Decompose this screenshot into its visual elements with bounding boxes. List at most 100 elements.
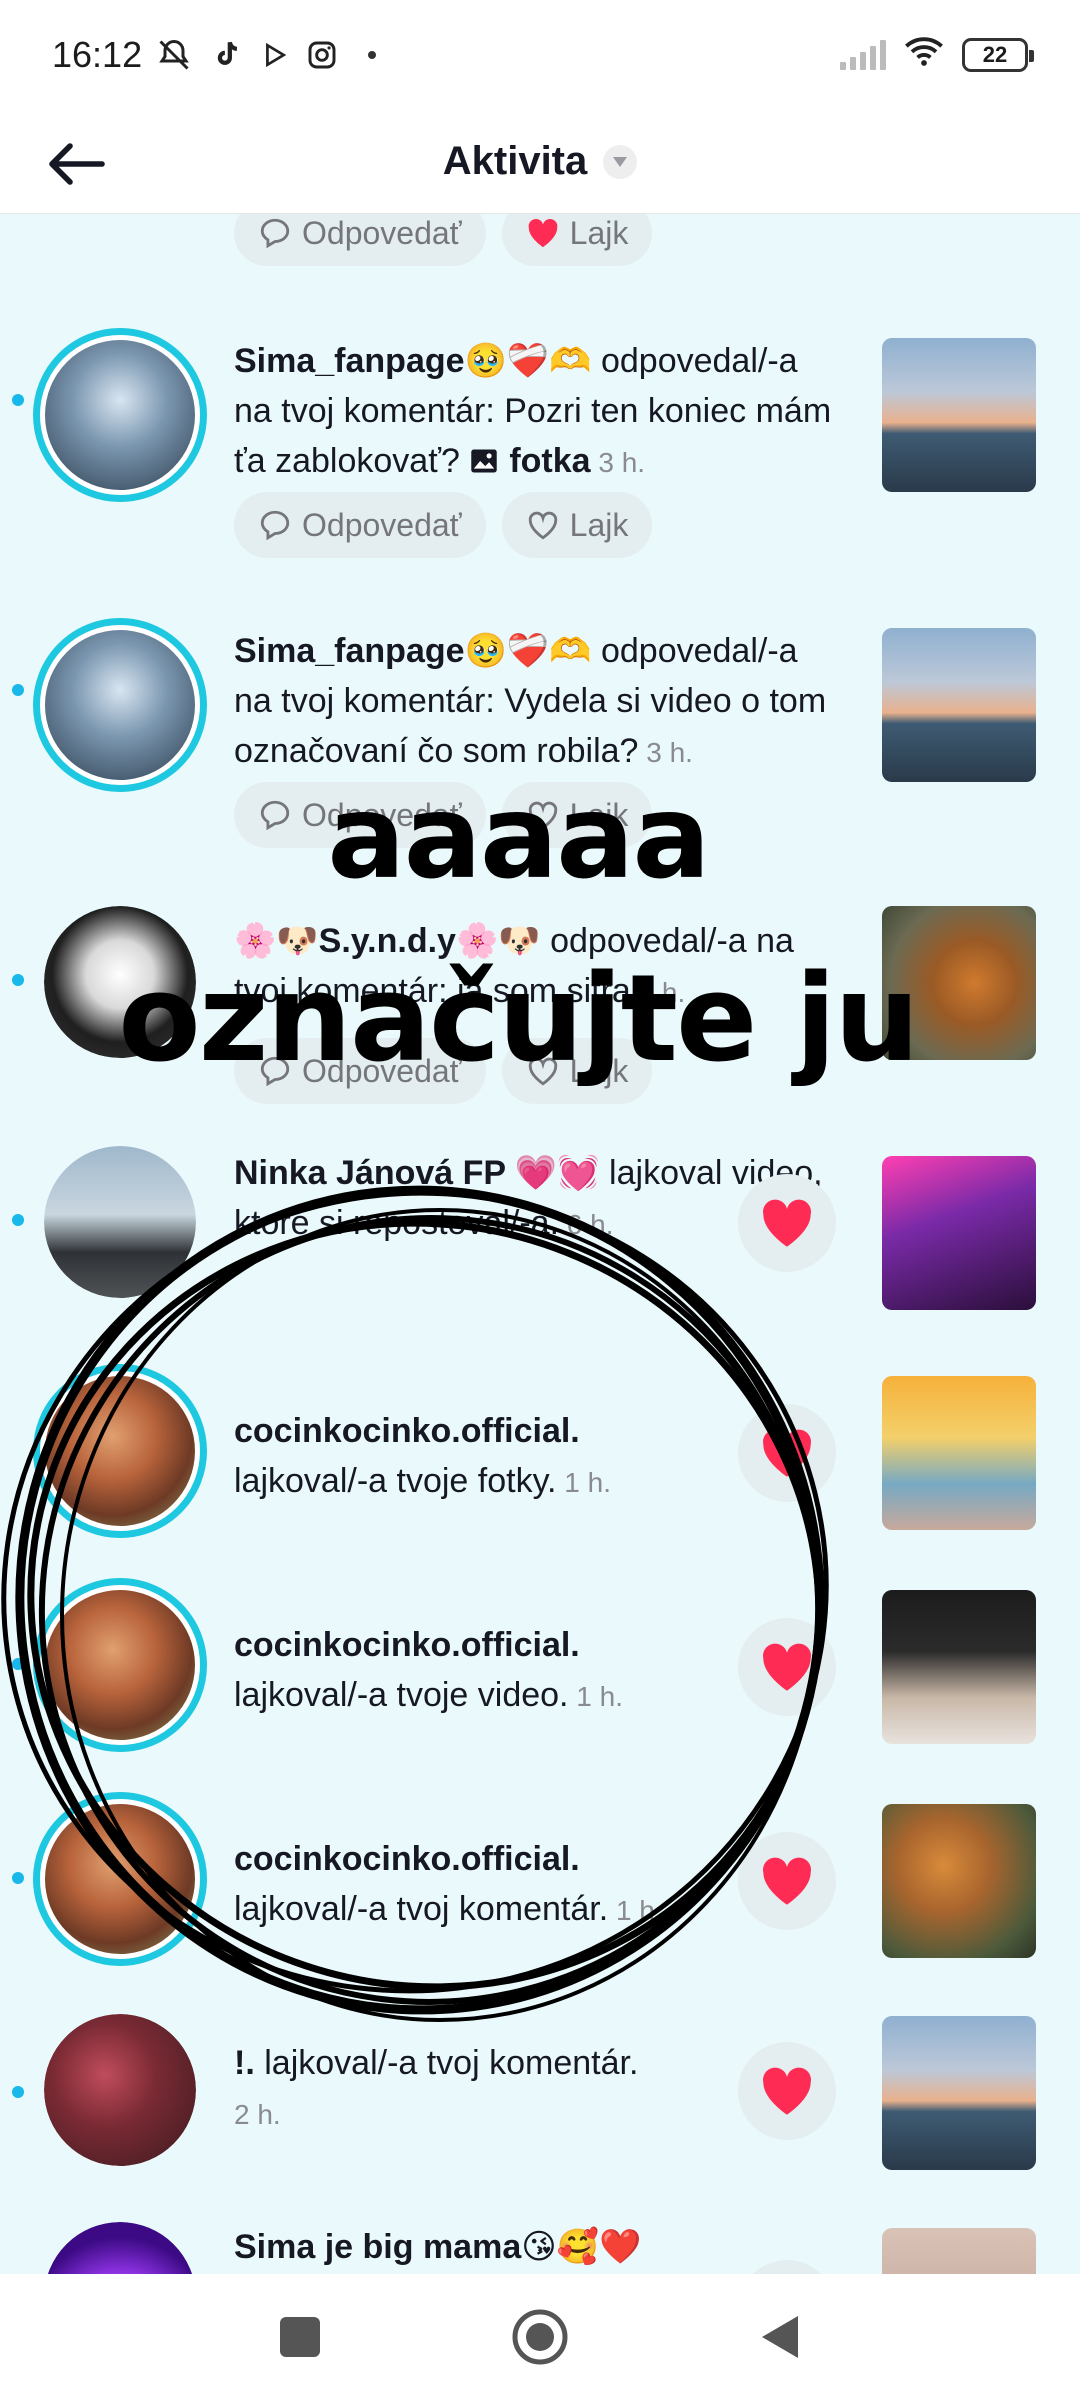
home-button[interactable]: [500, 2297, 580, 2377]
list-item[interactable]: Ninka Jánová FP 💗💓 lajkoval video, ktoré…: [0, 1134, 1080, 1354]
like-button[interactable]: Lajk: [501, 214, 653, 266]
system-back-button[interactable]: [740, 2297, 820, 2377]
like-back-button[interactable]: [738, 2042, 836, 2140]
username[interactable]: !.: [234, 2044, 255, 2082]
notification-text: Sima je big mama😘🥰❤️: [234, 2222, 844, 2272]
avatar[interactable]: [44, 2014, 196, 2166]
page-title: Aktivita: [442, 139, 588, 183]
back-button[interactable]: [44, 132, 108, 196]
list-item[interactable]: Odpovedať Lajk: [0, 214, 1080, 300]
avatar[interactable]: [44, 2222, 196, 2274]
heart-filled-icon: [763, 2067, 812, 2115]
wifi-icon: [904, 34, 944, 76]
username[interactable]: Sima_fanpage🥹❤️‍🩹🫶: [234, 632, 592, 670]
unread-dot: [12, 1658, 24, 1670]
battery-indicator: 22: [962, 38, 1034, 72]
system-nav-bar: [0, 2274, 1080, 2400]
timestamp: 1 h.: [556, 1467, 611, 1498]
like-label: Lajk: [569, 506, 629, 543]
unread-dot: [12, 2086, 24, 2098]
timestamp: 1 h.: [608, 1895, 663, 1926]
circle-home-icon: [512, 2309, 568, 2365]
avatar[interactable]: [33, 1364, 207, 1538]
unread-dot: [12, 394, 24, 406]
comment-icon: [260, 510, 290, 541]
unread-dot: [12, 684, 24, 696]
signal-icon: [840, 40, 886, 70]
triangle-back-icon: [762, 2316, 798, 2358]
avatar[interactable]: [33, 1792, 207, 1966]
post-thumbnail[interactable]: [882, 1590, 1036, 1744]
unread-dot: [12, 1214, 24, 1226]
username[interactable]: Sima_fanpage🥹❤️‍🩹🫶: [234, 342, 592, 380]
heart-outline-icon: [528, 511, 557, 540]
activity-list[interactable]: Odpovedať Lajk Sima_fanpage🥹❤️‍🩹🫶 odpove…: [0, 214, 1080, 2274]
instagram-icon: [306, 39, 338, 71]
avatar[interactable]: [44, 1146, 196, 1298]
tiktok-icon: [210, 38, 244, 72]
square-icon: [280, 2317, 320, 2357]
reply-button[interactable]: Odpovedať: [234, 214, 486, 266]
item-actions: Odpovedať Lajk: [234, 492, 653, 558]
activity-header: Aktivita: [0, 110, 1080, 214]
like-back-button[interactable]: [738, 1618, 836, 1716]
list-item[interactable]: Sima je big mama😘🥰❤️: [0, 2200, 1080, 2274]
username[interactable]: Sima je big mama😘🥰❤️: [234, 2228, 641, 2266]
heart-filled-icon: [528, 218, 558, 248]
notification-message: lajkoval/-a tvoj komentár.: [234, 1890, 609, 1928]
chevron-down-icon: [613, 156, 628, 167]
avatar[interactable]: [33, 1578, 207, 1752]
comment-icon: [260, 218, 290, 249]
list-item[interactable]: !. lajkoval/-a tvoj komentár. 2 h.: [0, 1986, 1080, 2200]
post-thumbnail[interactable]: [882, 2016, 1036, 2170]
notification-message: lajkoval/-a tvoje video.: [234, 1676, 569, 1714]
heart-filled-icon: [763, 1643, 812, 1691]
reply-label: Odpovedať: [302, 214, 462, 251]
heart-filled-icon: [763, 1429, 812, 1477]
image-icon: [471, 449, 497, 473]
list-item[interactable]: cocinkocinko.official. lajkoval/-a tvoje…: [0, 1558, 1080, 1772]
like-label: Lajk: [569, 214, 629, 251]
list-item[interactable]: Sima_fanpage🥹❤️‍🩹🫶 odpovedal/-a na tvoj …: [0, 314, 1080, 604]
item-actions: Odpovedať Lajk: [234, 214, 653, 266]
like-back-button[interactable]: [738, 1174, 836, 1272]
heart-filled-icon: [763, 1857, 812, 1905]
like-button[interactable]: Lajk: [501, 492, 653, 558]
like-back-button[interactable]: [738, 1404, 836, 1502]
post-thumbnail[interactable]: [882, 628, 1036, 782]
post-thumbnail[interactable]: [882, 1376, 1036, 1530]
activity-filter-dropdown[interactable]: [603, 144, 638, 179]
battery-level: 22: [982, 42, 1008, 67]
play-icon: [262, 42, 288, 68]
overlay-caption-line1: aaaaa: [327, 770, 710, 905]
list-item[interactable]: cocinkocinko.official. lajkoval/-a tvoj …: [0, 1772, 1080, 1986]
recent-apps-button[interactable]: [260, 2297, 340, 2377]
post-thumbnail[interactable]: [882, 2228, 1036, 2274]
avatar[interactable]: [33, 618, 207, 792]
timestamp: 3 h.: [590, 447, 646, 478]
notification-message: lajkoval/-a tvoje fotky.: [234, 1462, 557, 1500]
notification-text: Sima_fanpage🥹❤️‍🩹🫶 odpovedal/-a na tvoj …: [234, 336, 844, 488]
overlay-caption-line2: označujte ju: [118, 950, 919, 1089]
timestamp: 6 h.: [559, 1209, 614, 1240]
timestamp: 3 h.: [638, 737, 693, 768]
like-back-button[interactable]: [738, 1832, 836, 1930]
media-label: fotka: [499, 442, 591, 480]
reply-label: Odpovedať: [302, 506, 462, 543]
status-bar: 16:12 22: [0, 0, 1080, 110]
post-thumbnail[interactable]: [882, 338, 1036, 492]
timestamp: 1 h.: [568, 1681, 623, 1712]
list-item[interactable]: cocinkocinko.official. lajkoval/-a tvoje…: [0, 1344, 1080, 1558]
arrow-left-icon: [49, 143, 105, 185]
notification-dot-icon: [368, 51, 377, 59]
username[interactable]: Ninka Jánová FP 💗💓: [234, 1154, 600, 1192]
unread-dot: [12, 1872, 24, 1884]
reply-button[interactable]: Odpovedať: [234, 492, 486, 558]
notification-text: Sima_fanpage🥹❤️‍🩹🫶 odpovedal/-a na tvoj …: [234, 626, 844, 778]
timestamp: 2 h.: [234, 2099, 281, 2130]
bell-muted-icon: [156, 37, 192, 73]
post-thumbnail[interactable]: [882, 1156, 1036, 1310]
post-thumbnail[interactable]: [882, 1804, 1036, 1958]
notification-message: lajkoval/-a tvoj komentár.: [254, 2044, 639, 2082]
avatar[interactable]: [33, 328, 207, 502]
